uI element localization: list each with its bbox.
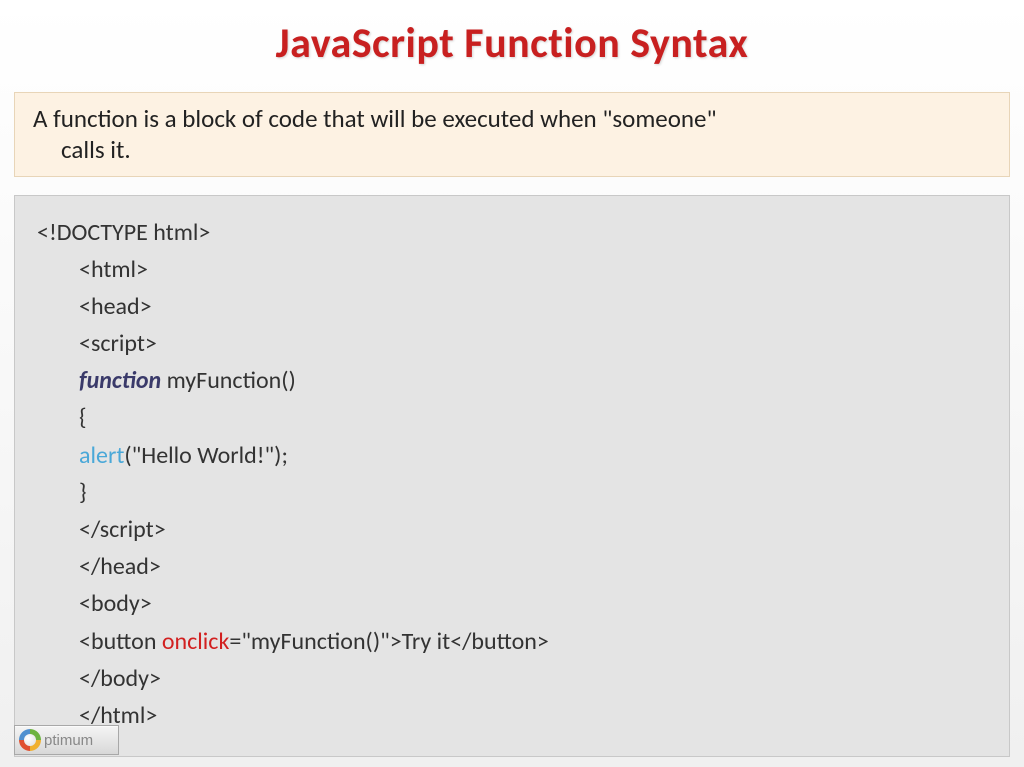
code-line-4: <script>	[79, 325, 987, 362]
logo-circle-icon	[19, 729, 41, 751]
onclick-attr: onclick	[162, 627, 230, 656]
logo-text: ptimum	[44, 732, 93, 749]
code-line-8: }	[79, 474, 987, 511]
title-heading: JavaScript Function Syntax	[0, 18, 1024, 69]
description-box: A function is a block of code that will …	[14, 92, 1010, 177]
code-line-1: <!DOCTYPE html>	[37, 214, 987, 251]
description-line2: calls it.	[61, 134, 131, 165]
code-line-5: function myFunction()	[79, 362, 987, 399]
code-line-11: <body>	[79, 585, 987, 622]
code-line-3: <head>	[79, 288, 987, 325]
code-line-2: <html>	[79, 251, 987, 288]
function-keyword: function	[79, 366, 161, 395]
slide-title: JavaScript Function Syntax	[0, 0, 1024, 84]
alert-call: alert	[79, 441, 124, 470]
code-block: <!DOCTYPE html> <html> <head> <script> f…	[14, 195, 1010, 758]
alert-arg: ("Hello World!");	[124, 441, 288, 470]
description-line1: A function is a block of code that will …	[33, 103, 717, 134]
button-open: <button	[79, 627, 162, 656]
optimum-logo: ptimum	[14, 725, 119, 755]
code-line-7: alert("Hello World!");	[79, 437, 987, 474]
description-text: A function is a block of code that will …	[33, 103, 991, 166]
code-line-14: </html>	[79, 697, 987, 734]
code-line-12: <button onclick="myFunction()">Try it</b…	[79, 623, 987, 660]
function-name: myFunction()	[161, 366, 296, 395]
button-rest: ="myFunction()">Try it</button>	[229, 627, 549, 656]
code-line-13: </body>	[79, 660, 987, 697]
code-line-6: {	[79, 399, 987, 436]
code-line-10: </head>	[79, 548, 987, 585]
code-line-9: </script>	[79, 511, 987, 548]
